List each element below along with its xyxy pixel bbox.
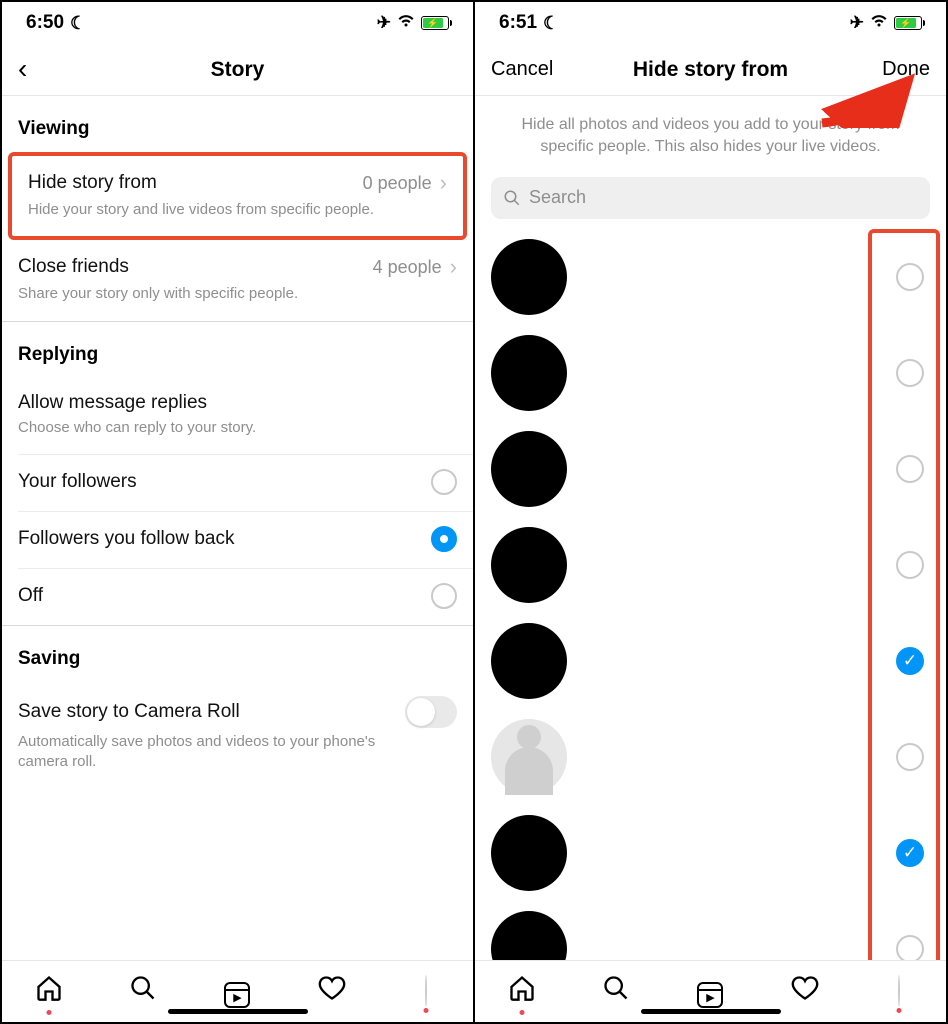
notification-dot-icon: [47, 1010, 52, 1015]
search-icon: [503, 189, 521, 207]
checkbox-icon[interactable]: [896, 935, 924, 960]
avatar: [491, 335, 567, 411]
highlight-hide-story: Hide story from 0 people› Hide your stor…: [8, 152, 467, 240]
avatar: [491, 623, 567, 699]
status-bar: 6:50 ☾ ✈ ⚡: [2, 2, 473, 44]
row-save-camera-roll[interactable]: Save story to Camera Roll Automatically …: [2, 682, 473, 789]
nav-header: Cancel Hide story from Done: [475, 44, 946, 96]
do-not-disturb-icon: ☾: [543, 13, 559, 34]
chevron-right-icon: ›: [450, 254, 457, 280]
avatar: [491, 719, 567, 795]
wifi-icon: [870, 13, 888, 33]
status-bar: 6:51 ☾ ✈ ⚡: [475, 2, 946, 44]
profile-avatar-icon: [425, 975, 427, 1007]
person-row[interactable]: [475, 421, 946, 517]
row-hide-story-from[interactable]: Hide story from 0 people› Hide your stor…: [12, 156, 463, 236]
section-header-saving: Saving: [2, 626, 473, 682]
people-list: ✓✓: [475, 229, 946, 960]
avatar: [491, 431, 567, 507]
tab-profile[interactable]: [406, 976, 446, 1007]
search-input[interactable]: Search: [491, 177, 930, 219]
radio-icon: [431, 583, 457, 609]
page-title: Hide story from: [633, 58, 788, 82]
tab-home[interactable]: [502, 974, 542, 1009]
row-allow-replies: Allow message replies Choose who can rep…: [2, 378, 473, 454]
option-followers-you-follow-back[interactable]: Followers you follow back: [2, 512, 473, 568]
wifi-icon: [397, 13, 415, 33]
chevron-right-icon: ›: [440, 170, 447, 196]
notification-dot-icon: [520, 1010, 525, 1015]
done-button[interactable]: Done: [850, 58, 930, 81]
battery-icon: ⚡: [421, 16, 449, 30]
chevron-left-icon: ‹: [18, 53, 27, 84]
radio-selected-icon: [431, 526, 457, 552]
person-row[interactable]: [475, 325, 946, 421]
hide-story-from-screen: 6:51 ☾ ✈ ⚡ Cancel Hide story from Done H…: [473, 2, 946, 1022]
checkbox-checked-icon[interactable]: ✓: [896, 839, 924, 867]
toggle-off-icon[interactable]: [405, 696, 457, 728]
story-settings-screen: 6:50 ☾ ✈ ⚡ ‹ Story Viewing Hide story f: [2, 2, 473, 1022]
person-row[interactable]: ✓: [475, 805, 946, 901]
option-off[interactable]: Off: [2, 569, 473, 625]
nav-header: ‹ Story: [2, 44, 473, 96]
tab-activity[interactable]: [312, 974, 352, 1009]
avatar: [491, 815, 567, 891]
instructions-text: Hide all photos and videos you add to yo…: [475, 96, 946, 173]
person-row[interactable]: [475, 709, 946, 805]
search-placeholder: Search: [529, 187, 586, 208]
person-row[interactable]: [475, 517, 946, 613]
section-header-viewing: Viewing: [2, 96, 473, 152]
home-indicator[interactable]: [168, 1009, 308, 1014]
person-row[interactable]: [475, 901, 946, 960]
avatar: [491, 911, 567, 960]
airplane-mode-icon: ✈: [850, 13, 864, 33]
airplane-mode-icon: ✈: [377, 13, 391, 33]
checkbox-icon[interactable]: [896, 455, 924, 483]
checkbox-checked-icon[interactable]: ✓: [896, 647, 924, 675]
page-title: Story: [211, 58, 265, 82]
do-not-disturb-icon: ☾: [70, 13, 86, 34]
notification-dot-icon: [423, 1008, 428, 1013]
reels-icon: [224, 982, 250, 1008]
reels-icon: [697, 982, 723, 1008]
radio-icon: [431, 469, 457, 495]
home-indicator[interactable]: [641, 1009, 781, 1014]
notification-dot-icon: [896, 1008, 901, 1013]
tab-profile[interactable]: [879, 976, 919, 1007]
cancel-button[interactable]: Cancel: [491, 58, 571, 81]
avatar: [491, 239, 567, 315]
status-time: 6:51: [499, 12, 537, 34]
tab-reels[interactable]: [217, 975, 257, 1009]
tab-search[interactable]: [596, 974, 636, 1009]
section-header-replying: Replying: [2, 322, 473, 378]
person-row[interactable]: ✓: [475, 613, 946, 709]
tab-reels[interactable]: [690, 975, 730, 1009]
back-button[interactable]: ‹: [18, 55, 98, 84]
profile-avatar-icon: [898, 975, 900, 1007]
row-close-friends[interactable]: Close friends 4 people› Share your story…: [2, 240, 473, 320]
avatar: [491, 527, 567, 603]
tab-home[interactable]: [29, 974, 69, 1009]
tab-activity[interactable]: [785, 974, 825, 1009]
person-row[interactable]: [475, 229, 946, 325]
checkbox-icon[interactable]: [896, 359, 924, 387]
status-time: 6:50: [26, 12, 64, 34]
checkbox-icon[interactable]: [896, 263, 924, 291]
option-your-followers[interactable]: Your followers: [2, 455, 473, 511]
tab-search[interactable]: [123, 974, 163, 1009]
battery-icon: ⚡: [894, 16, 922, 30]
checkbox-icon[interactable]: [896, 551, 924, 579]
checkbox-icon[interactable]: [896, 743, 924, 771]
